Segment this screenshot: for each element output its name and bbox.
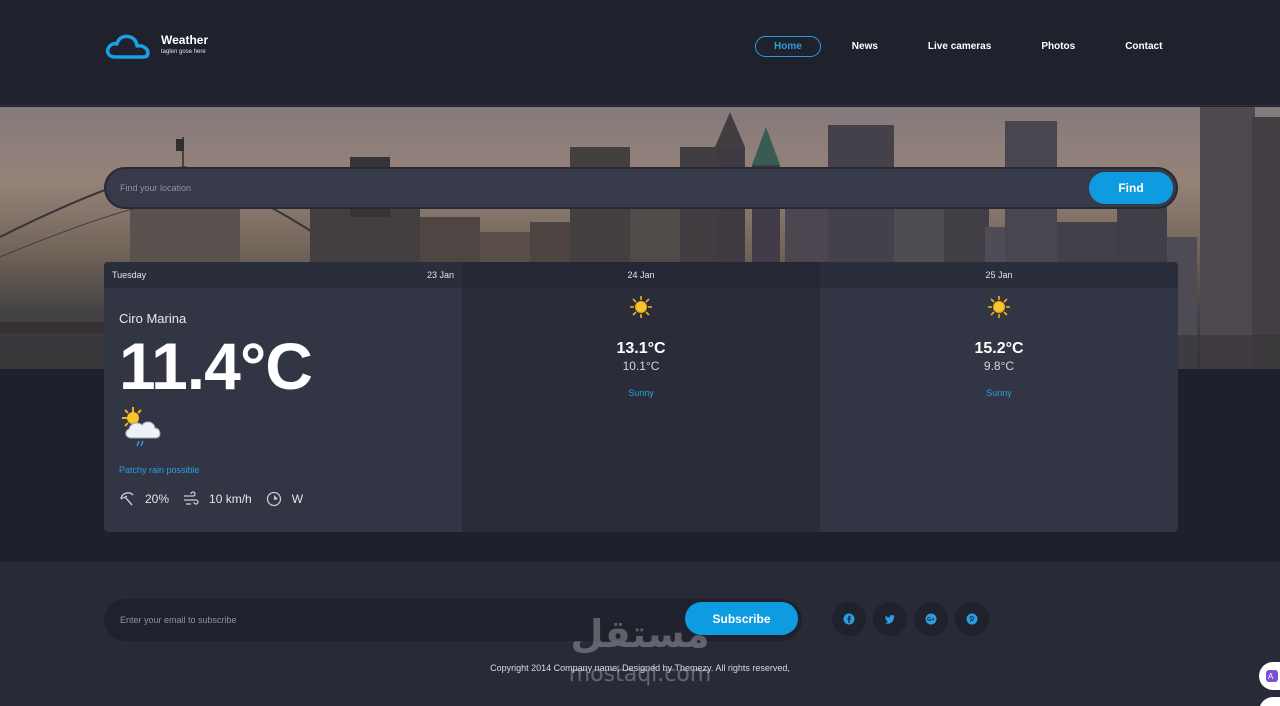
twitter-icon[interactable] — [873, 602, 907, 636]
wind-direction-stat: W — [266, 491, 303, 507]
nav-contact[interactable]: Contact — [1106, 36, 1181, 57]
location-search-input[interactable] — [120, 177, 1020, 199]
sun-icon — [630, 296, 652, 318]
cloud-logo-icon — [105, 34, 150, 59]
day-3-date: 25 Jan — [985, 270, 1013, 280]
day-2-date: 24 Jan — [627, 270, 655, 280]
logo-title: Weather — [161, 33, 209, 47]
copyright-text: Copyright 2014 Company name, Designed by… — [490, 663, 790, 673]
forecast-today: Tuesday 23 Jan Ciro Marina 11.4°C Patchy… — [104, 262, 462, 532]
day-3-min-temp: 9.8°C — [983, 359, 1015, 373]
wind-speed-stat: 10 km/h — [183, 491, 252, 507]
svg-text:A: A — [1268, 672, 1274, 681]
find-button[interactable]: Find — [1089, 172, 1173, 204]
forecast-panel: Tuesday 23 Jan Ciro Marina 11.4°C Patchy… — [104, 262, 1178, 532]
svg-text:G+: G+ — [927, 617, 935, 623]
precipitation-value: 20% — [145, 492, 170, 506]
nav-live-cameras[interactable]: Live cameras — [909, 36, 1010, 57]
google-plus-icon[interactable]: G+ — [914, 602, 948, 636]
day-3-max-temp: 15.2°C — [974, 340, 1024, 357]
day-2-condition: Sunny — [628, 388, 654, 398]
location-name: Ciro Marina — [119, 311, 187, 326]
nav-news[interactable]: News — [833, 36, 897, 57]
compass-icon — [266, 491, 281, 507]
nav-photos[interactable]: Photos — [1022, 36, 1094, 57]
site-header: Weather taglen gose here Home News Live … — [0, 0, 1280, 106]
wind-speed-value: 10 km/h — [209, 492, 252, 506]
logo[interactable]: Weather taglen gose here — [103, 30, 208, 62]
wind-direction-value: W — [291, 492, 304, 506]
precipitation-stat: 20% — [119, 491, 169, 507]
location-search-bar: Find — [104, 167, 1178, 209]
sun-icon — [988, 296, 1010, 318]
umbrella-icon — [120, 492, 134, 506]
subscribe-email-input[interactable] — [120, 609, 660, 631]
today-header: Tuesday 23 Jan — [104, 262, 462, 288]
day-2-min-temp: 10.1°C — [622, 359, 660, 373]
nav-home[interactable]: Home — [755, 36, 821, 57]
today-condition: Patchy rain possible — [119, 465, 200, 475]
site-footer: Subscribe G+ Copyright 2014 Company name… — [0, 562, 1280, 706]
day-2-max-temp: 13.1°C — [616, 340, 666, 357]
main-nav: Home News Live cameras Photos Contact — [755, 36, 1193, 57]
subscribe-bar: Subscribe — [104, 599, 802, 641]
pinterest-icon[interactable] — [955, 602, 989, 636]
day-2-header: 24 Jan — [462, 262, 820, 288]
current-temperature: 11.4°C — [119, 329, 313, 403]
today-day-name: Tuesday — [112, 270, 147, 280]
cloud-sun-rain-icon — [122, 407, 161, 447]
wind-icon — [184, 491, 199, 505]
forecast-day-2: 24 Jan 13.1°C 10.1°C Sunny — [462, 262, 820, 532]
day-3-condition: Sunny — [986, 388, 1012, 398]
translate-icon[interactable]: A — [1259, 662, 1280, 690]
today-date: 23 Jan — [426, 270, 454, 280]
social-links: G+ — [832, 602, 996, 636]
facebook-icon[interactable] — [832, 602, 866, 636]
subscribe-button[interactable]: Subscribe — [685, 602, 798, 635]
forecast-day-3: 25 Jan 15.2°C 9.8°C Sunny — [820, 262, 1178, 532]
today-stats: 20% 10 km/h W — [119, 491, 317, 507]
logo-tagline: taglen gose here — [161, 49, 206, 55]
day-3-header: 25 Jan — [820, 262, 1178, 288]
